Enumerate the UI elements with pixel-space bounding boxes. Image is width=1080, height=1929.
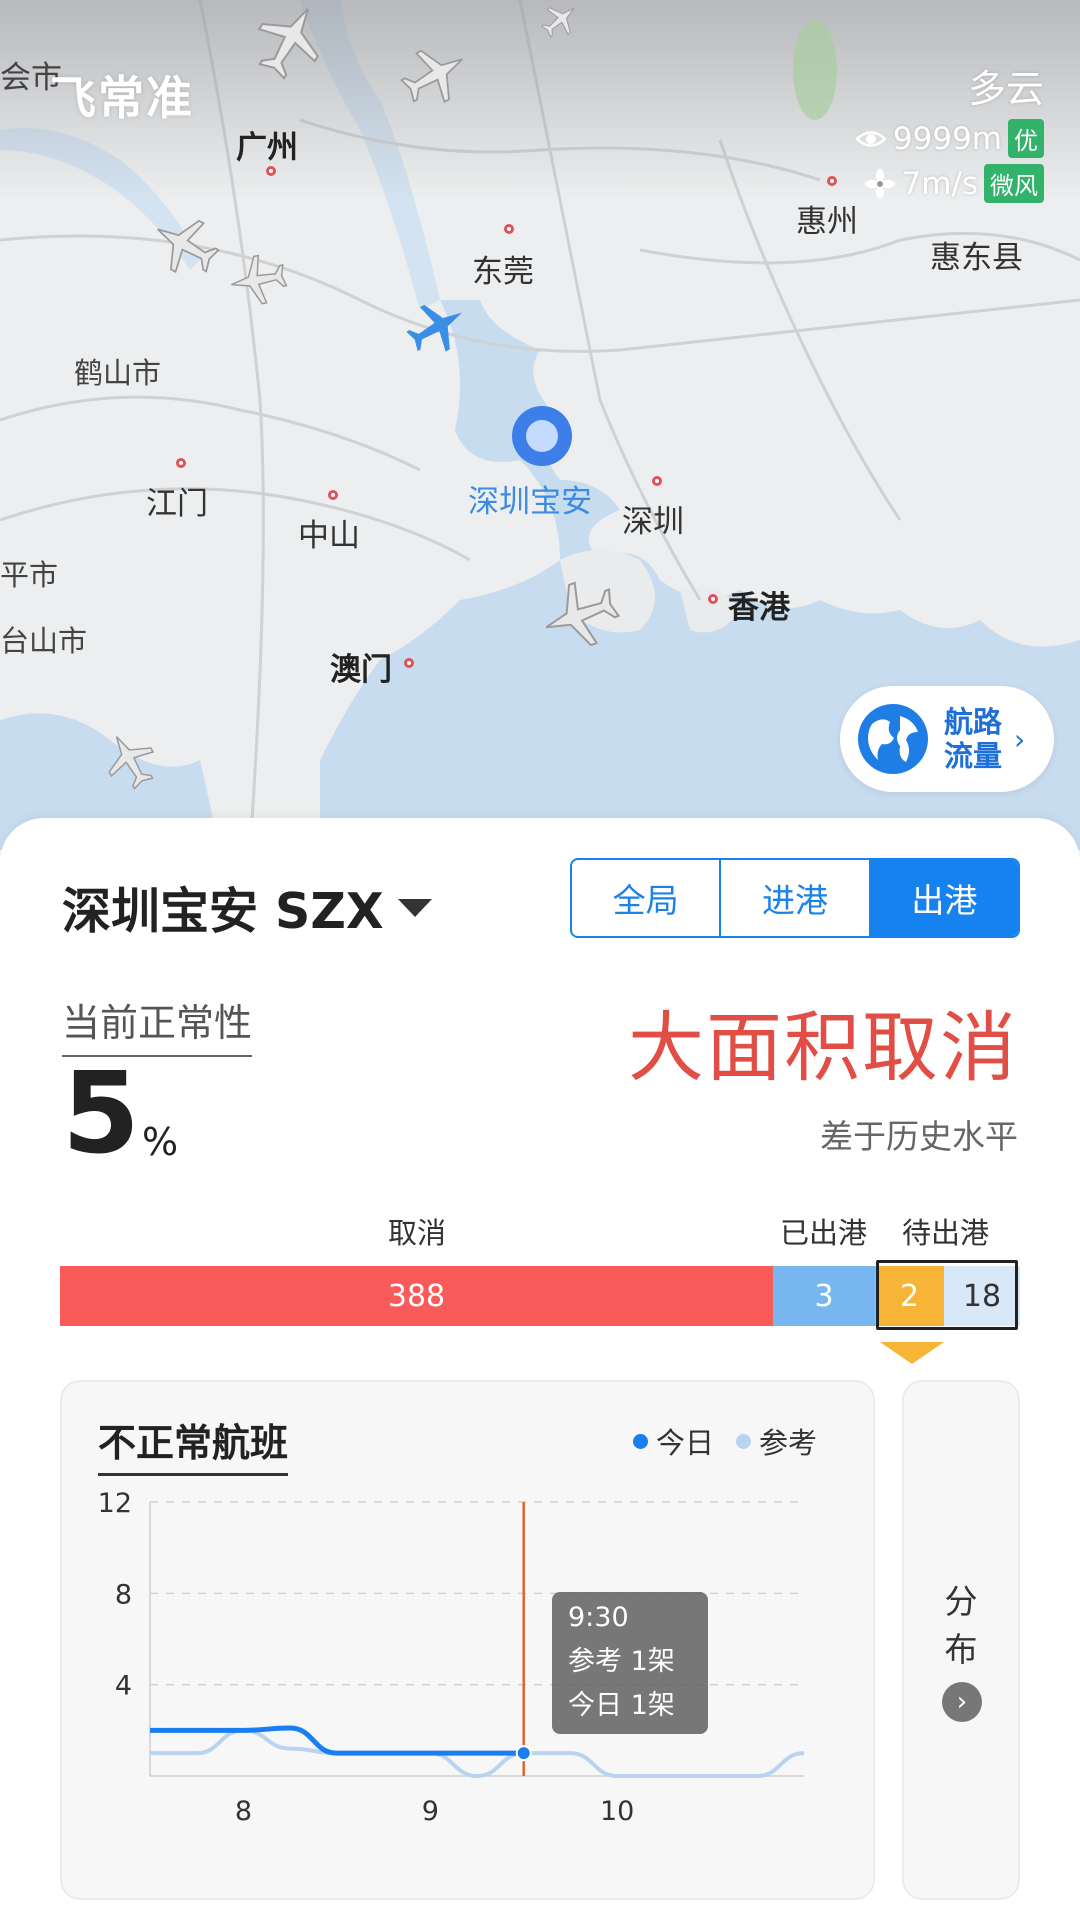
bar-label-departed: 已出港 [780, 1216, 868, 1250]
plane-icon[interactable] [250, 0, 330, 80]
route-flow-line1: 航路 [944, 705, 1003, 739]
y-tick-label: 8 [115, 1579, 132, 1610]
bar-segment-cancelled[interactable]: 388 [60, 1266, 773, 1326]
city-label-macau: 澳门 [330, 652, 392, 688]
visibility-badge: 优 [1008, 119, 1044, 158]
tooltip-reference: 参考 1架 [568, 1646, 675, 1677]
city-label-dongguan: 东莞 [472, 254, 534, 290]
airport-selector[interactable]: 深圳宝安 SZX [62, 872, 432, 943]
globe-icon [858, 704, 928, 774]
x-tick-label: 8 [235, 1796, 252, 1827]
city-label-huidong: 惠东县 [930, 240, 1023, 276]
chart-tooltip: 9:30 参考 1架 今日 1架 [552, 1592, 708, 1734]
cursor-point [515, 1745, 532, 1762]
visibility-value: 9999m [892, 120, 1002, 157]
weather-condition: 多云 [967, 67, 1044, 111]
airport-marker-inner [526, 420, 558, 452]
dropdown-caret-icon [397, 898, 432, 917]
city-dot [827, 176, 837, 186]
weather-panel: 多云 9999m 优 7m/s 微风 [855, 58, 1044, 203]
chevron-right-icon: › [1014, 722, 1026, 756]
route-flow-button[interactable]: 航路 流量 › [840, 686, 1054, 792]
y-tick-label: 12 [98, 1488, 132, 1519]
x-tick-label: 10 [600, 1796, 634, 1827]
eye-icon [855, 130, 887, 147]
airport-marker[interactable] [512, 406, 572, 466]
plane-icon[interactable] [400, 40, 470, 110]
fan-icon [865, 168, 896, 199]
airport-map-label: 深圳宝安 [468, 484, 592, 520]
normality-value: 5 [62, 1049, 140, 1179]
plane-icon[interactable] [530, 0, 590, 40]
pending-selection-box [876, 1260, 1018, 1330]
normality-unit: % [142, 1120, 179, 1164]
tab-arrivals[interactable]: 进港 [719, 860, 868, 936]
tooltip-time: 9:30 [568, 1602, 629, 1633]
map-view[interactable]: 会市 广州 东莞 惠州 惠东县 鹤山市 江门 中山 深圳 香港 澳门 平市 台山… [0, 0, 1080, 850]
city-dot [404, 658, 414, 668]
plane-icon[interactable] [540, 575, 620, 655]
chevron-right-icon: › [942, 1682, 982, 1722]
city-dot [504, 224, 514, 234]
bar-label-pending: 待出港 [902, 1216, 990, 1250]
city-label-shenzhen: 深圳 [622, 504, 684, 540]
city-label-heshan: 鹤山市 [74, 356, 162, 390]
distribution-line2: 布 [944, 1630, 978, 1669]
plane-icon[interactable] [150, 210, 220, 280]
city-label-zhongshan: 中山 [298, 518, 360, 554]
route-flow-line2: 流量 [944, 739, 1003, 773]
city-label-guangzhou: 广州 [236, 130, 298, 166]
status-subtext: 差于历史水平 [820, 1117, 1018, 1156]
city-dot [328, 490, 338, 500]
y-tick-label: 4 [115, 1671, 132, 1702]
tab-overall[interactable]: 全局 [572, 860, 719, 936]
city-dot [652, 476, 662, 486]
city-label-hongkong: 香港 [728, 590, 790, 626]
distribution-line1: 分 [944, 1582, 978, 1621]
airport-panel: 深圳宝安 SZX 全局 进港 出港 当前正常性 5 % 大面积取消 差于历史水平… [0, 818, 1080, 1929]
view-tabs: 全局 进港 出港 [570, 858, 1020, 938]
abnormal-flights-chart[interactable]: 12 8 4 8 9 10 [62, 1382, 873, 1898]
status-text: 大面积取消 [628, 1003, 1018, 1092]
city-label-jiangmen: 江门 [146, 486, 208, 522]
city-label-huizhou: 惠州 [796, 204, 858, 240]
x-tick-label: 9 [422, 1796, 439, 1827]
wind-value: 7m/s [901, 165, 978, 202]
normality-label[interactable]: 当前正常性 [62, 992, 253, 1057]
app-logo: 飞常准 [50, 71, 194, 125]
active-plane-icon[interactable] [405, 295, 469, 359]
city-dot [708, 594, 718, 604]
city-label-kaiping: 平市 [0, 558, 59, 592]
distribution-label: 分 布 [904, 1578, 1018, 1674]
bar-label-cancelled: 取消 [388, 1216, 447, 1250]
wind-row: 7m/s 微风 [855, 164, 1044, 203]
tab-departures[interactable]: 出港 [868, 860, 1018, 936]
city-dot [176, 458, 186, 468]
series-today-line [150, 1725, 524, 1756]
tooltip-today: 今日 1架 [568, 1690, 675, 1721]
plane-icon[interactable] [228, 250, 288, 310]
wind-badge: 微风 [984, 164, 1044, 203]
visibility-row: 9999m 优 [855, 119, 1044, 158]
bar-segment-departed[interactable]: 3 [773, 1266, 875, 1326]
airport-title: 深圳宝安 SZX [62, 883, 384, 940]
city-label-taishan: 台山市 [0, 624, 88, 658]
selection-pointer-icon [880, 1342, 944, 1364]
plane-icon[interactable] [100, 730, 160, 790]
route-flow-label: 航路 流量 [944, 705, 1008, 773]
abnormal-flights-card[interactable]: 不正常航班 今日 参考 12 8 4 8 9 10 9:30 参考 1架 今日 1架 [60, 1380, 875, 1900]
city-dot [266, 166, 276, 176]
distribution-card[interactable]: 分 布 › [902, 1380, 1020, 1900]
